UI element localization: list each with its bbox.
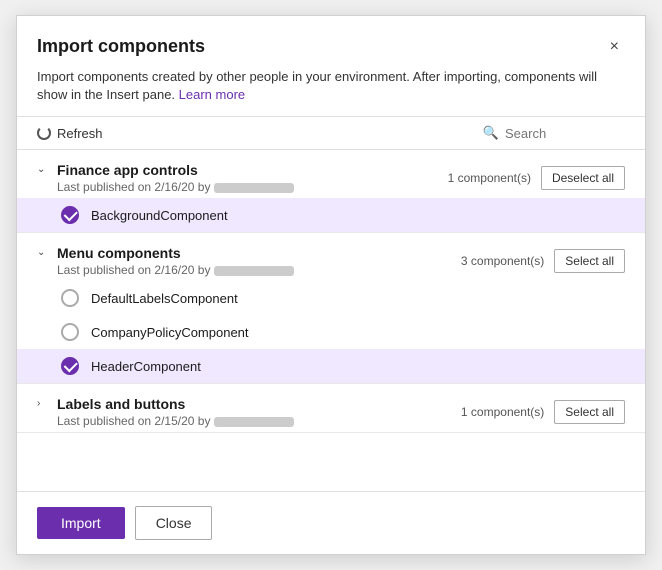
section-header-right-finance: 1 component(s) Deselect all [448,166,625,190]
chevron-right-icon-labels[interactable]: › [37,398,49,409]
component-item[interactable]: DefaultLabelsComponent [17,281,645,315]
component-name: DefaultLabelsComponent [91,291,238,306]
component-name: CompanyPolicyComponent [91,325,249,340]
section-header-finance: ⌄ Finance app controls Last published on… [17,150,645,198]
section-header-right-labels: 1 component(s) Select all [461,400,625,424]
refresh-icon [37,126,51,140]
section-menu: ⌄ Menu components Last published on 2/16… [17,233,645,384]
section-subtitle-finance: Last published on 2/16/20 by [57,180,294,194]
toolbar: Refresh 🔍 [17,116,645,150]
dialog-header: Import components × [17,16,645,68]
section-header-menu: ⌄ Menu components Last published on 2/16… [17,233,645,281]
search-input[interactable] [505,126,625,141]
dialog-footer: Import Close [17,491,645,554]
search-icon: 🔍 [483,125,499,141]
search-box: 🔍 [483,125,625,141]
checkbox-checked-icon [61,206,79,224]
section-subtitle-labels: Last published on 2/15/20 by [57,414,294,428]
section-header-left-menu: ⌄ Menu components Last published on 2/16… [37,245,294,277]
section-title-labels: Labels and buttons [57,396,294,412]
checkbox-unchecked-icon [61,323,79,341]
author-blur-menu [214,266,294,276]
author-blur [214,183,294,193]
import-components-dialog: Import components × Import components cr… [16,15,646,555]
deselect-all-button-finance[interactable]: Deselect all [541,166,625,190]
component-count-labels: 1 component(s) [461,405,544,419]
component-item[interactable]: HeaderComponent [17,349,645,383]
section-header-left: ⌄ Finance app controls Last published on… [37,162,294,194]
component-count-menu: 3 component(s) [461,254,544,268]
section-finance: ⌄ Finance app controls Last published on… [17,150,645,233]
component-name: HeaderComponent [91,359,201,374]
component-count-finance: 1 component(s) [448,171,531,185]
import-button[interactable]: Import [37,507,125,539]
refresh-label: Refresh [57,126,103,141]
component-name: BackgroundComponent [91,208,228,223]
dialog-description: Import components created by other peopl… [17,68,645,116]
author-blur-labels [214,417,294,427]
section-title-menu: Menu components [57,245,294,261]
description-text: Import components created by other peopl… [37,69,597,102]
learn-more-link[interactable]: Learn more [179,87,245,102]
section-labels: › Labels and buttons Last published on 2… [17,384,645,433]
section-header-labels: › Labels and buttons Last published on 2… [17,384,645,432]
content-area: ⌄ Finance app controls Last published on… [17,150,645,491]
section-header-left-labels: › Labels and buttons Last published on 2… [37,396,294,428]
section-header-right-menu: 3 component(s) Select all [461,249,625,273]
component-item[interactable]: CompanyPolicyComponent [17,315,645,349]
section-subtitle-menu: Last published on 2/16/20 by [57,263,294,277]
component-item[interactable]: BackgroundComponent [17,198,645,232]
checkbox-checked-icon [61,357,79,375]
dialog-title: Import components [37,36,205,57]
select-all-button-labels[interactable]: Select all [554,400,625,424]
chevron-down-icon[interactable]: ⌄ [37,164,49,175]
select-all-button-menu[interactable]: Select all [554,249,625,273]
close-icon[interactable]: × [604,36,625,58]
chevron-down-icon-menu[interactable]: ⌄ [37,247,49,258]
section-title-finance: Finance app controls [57,162,294,178]
checkbox-unchecked-icon [61,289,79,307]
close-footer-button[interactable]: Close [135,506,213,540]
refresh-button[interactable]: Refresh [37,126,103,141]
